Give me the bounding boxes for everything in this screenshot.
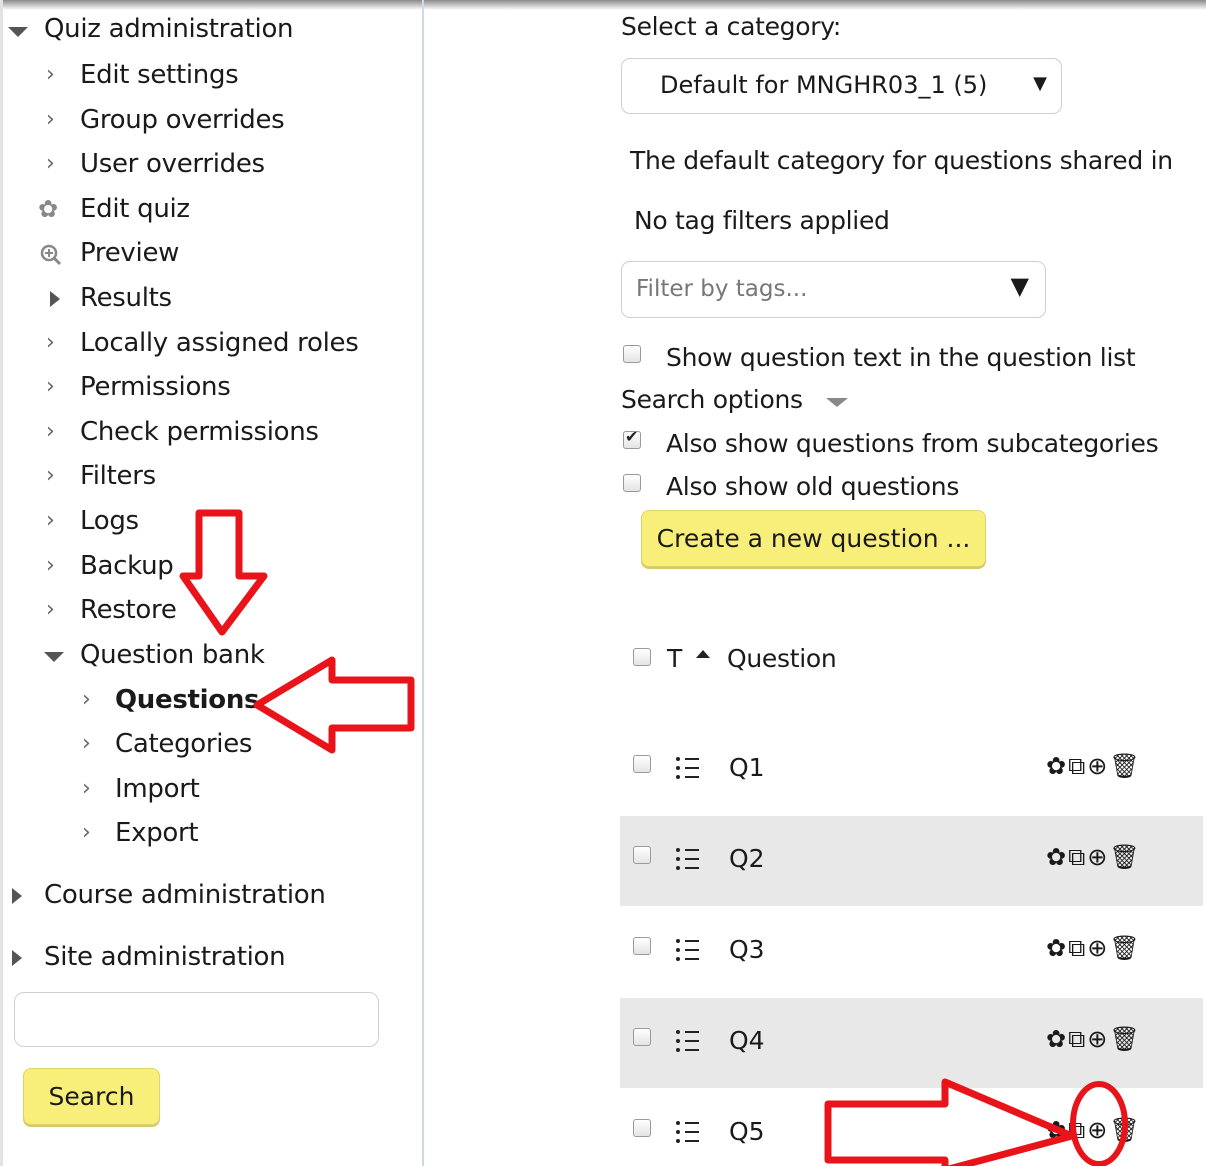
annotation-right-arrow xyxy=(824,1078,1076,1166)
annotation-down-arrow xyxy=(179,509,268,636)
annotation-left-arrow xyxy=(253,656,415,754)
annotation-circle xyxy=(1070,1081,1128,1166)
annotation-overlay xyxy=(179,509,1128,1166)
